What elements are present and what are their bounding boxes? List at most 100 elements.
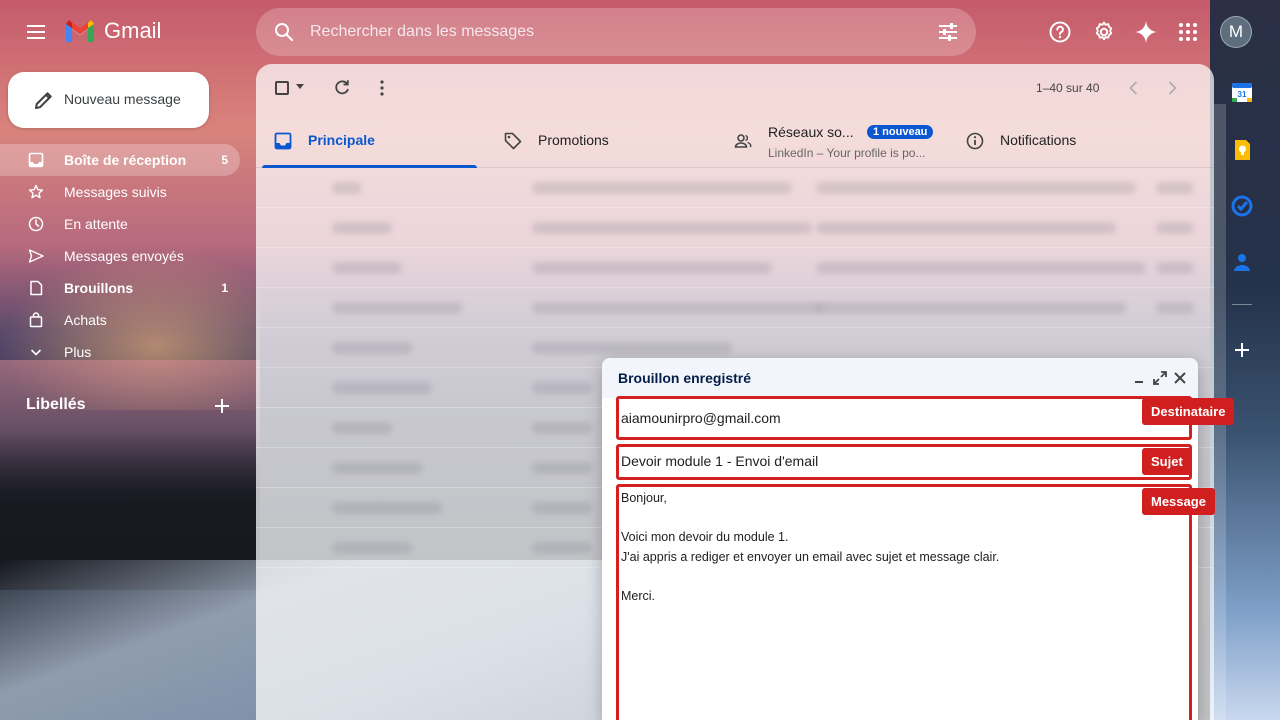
help-icon <box>1049 21 1071 43</box>
recipient-field[interactable]: aiamounirpro@gmail.com <box>616 396 1192 440</box>
send-icon <box>28 249 44 263</box>
list-item[interactable] <box>256 248 1214 288</box>
sidebar-item-starred[interactable]: Messages suivis <box>0 176 240 208</box>
pagination-range: 1–40 sur 40 <box>1036 81 1100 95</box>
minimize-icon[interactable] <box>1132 370 1148 386</box>
compose-header[interactable]: Brouillon enregistré <box>602 358 1198 398</box>
tasks-icon[interactable] <box>1230 194 1254 218</box>
contacts-icon[interactable] <box>1230 250 1254 274</box>
select-menu-caret-icon[interactable] <box>296 84 304 89</box>
tab-social[interactable]: Réseaux so... 1 nouveau LinkedIn – Your … <box>716 112 948 168</box>
unread-count: 5 <box>221 153 228 167</box>
inbox-icon <box>274 132 292 150</box>
list-item[interactable] <box>256 168 1214 208</box>
tab-primary[interactable]: Principale <box>256 112 478 168</box>
body-line: Voici mon devoir du module 1. <box>621 530 789 544</box>
compose-button[interactable]: Nouveau message <box>8 72 209 128</box>
gear-icon <box>1095 21 1113 41</box>
tag-icon <box>504 132 522 150</box>
app-name: Gmail <box>104 18 162 43</box>
inbox-icon <box>28 152 44 168</box>
tab-subtitle: LinkedIn – Your profile is po... <box>768 146 926 160</box>
keep-icon[interactable] <box>1230 138 1254 162</box>
draft-icon <box>30 280 43 296</box>
new-badge: 1 nouveau <box>867 125 934 139</box>
sidebar-item-label: Messages envoyés <box>64 248 184 264</box>
sidebar-item-purchases[interactable]: Achats <box>0 304 240 336</box>
apps-button[interactable] <box>1174 18 1202 46</box>
sparkle-icon <box>1135 21 1157 43</box>
inbox-toolbar: 1–40 sur 40 <box>256 64 1214 112</box>
star-icon <box>28 184 44 199</box>
chevron-left-icon[interactable] <box>1124 78 1144 98</box>
tab-label: Promotions <box>538 132 609 148</box>
add-label-icon[interactable] <box>212 396 232 416</box>
search-input[interactable] <box>310 20 910 44</box>
tab-label: Réseaux so... <box>768 124 854 140</box>
side-panel-rail: 31 <box>1214 64 1280 720</box>
top-bar: Gmail Rechercher dans les messages M <box>0 0 1280 64</box>
body-line: Bonjour, <box>621 491 667 505</box>
labels-heading: Libellés <box>26 396 86 413</box>
body-line: J'ai appris a rediger et envoyer un emai… <box>621 550 1000 564</box>
shopping-bag-icon <box>29 312 43 328</box>
message-body-field[interactable]: Bonjour, Voici mon devoir du module 1. J… <box>616 484 1192 720</box>
compose-label: Nouveau message <box>64 91 181 107</box>
info-icon <box>966 132 984 150</box>
search-bar[interactable] <box>256 8 976 56</box>
subject-field[interactable]: Devoir module 1 - Envoi d'email <box>616 444 1192 480</box>
more-options-icon[interactable] <box>372 78 392 98</box>
select-all-checkbox[interactable] <box>275 81 289 95</box>
help-button[interactable] <box>1046 18 1074 46</box>
draft-count: 1 <box>221 281 228 295</box>
calendar-icon[interactable]: 31 <box>1230 80 1254 104</box>
close-icon[interactable] <box>1172 370 1188 386</box>
main-menu-button[interactable] <box>20 16 52 48</box>
people-icon <box>734 134 752 148</box>
sidebar-item-label: Plus <box>64 344 92 360</box>
subject-value: Devoir module 1 - Envoi d'email <box>621 453 819 469</box>
tab-notifications[interactable]: Notifications <box>948 112 1178 168</box>
search-icon[interactable] <box>272 20 296 44</box>
sidebar-item-inbox[interactable]: Boîte de réception 5 <box>0 144 240 176</box>
recipient-value: aiamounirpro@gmail.com <box>621 410 781 426</box>
sidebar-item-label: Achats <box>64 312 107 328</box>
list-item[interactable] <box>256 288 1214 328</box>
category-tabs: Principale Promotions Réseaux so... 1 no… <box>256 112 1214 168</box>
sidebar-item-drafts[interactable]: Brouillons 1 <box>0 272 240 304</box>
sidebar-item-snoozed[interactable]: En attente <box>0 208 240 240</box>
svg-text:31: 31 <box>1238 90 1247 99</box>
search-options-icon[interactable] <box>936 20 960 44</box>
sidebar-item-label: Brouillons <box>64 280 134 296</box>
list-item[interactable] <box>256 208 1214 248</box>
add-addon-icon[interactable] <box>1230 338 1254 362</box>
message-annotation-tag: Message <box>1142 488 1215 515</box>
rail-divider <box>1232 304 1252 305</box>
gemini-button[interactable] <box>1132 18 1160 46</box>
tab-promotions[interactable]: Promotions <box>486 112 716 168</box>
gmail-m-icon <box>66 20 94 42</box>
chevron-down-icon <box>30 349 42 356</box>
pencil-icon <box>35 92 52 109</box>
sidebar-item-label: Boîte de réception <box>64 152 187 168</box>
account-avatar[interactable]: M <box>1220 16 1252 48</box>
sidebar-item-sent[interactable]: Messages envoyés <box>0 240 240 272</box>
menu-icon <box>27 25 45 27</box>
sidebar-nav: Boîte de réception 5 Messages suivis En … <box>0 144 256 368</box>
subject-annotation-tag: Sujet <box>1142 448 1192 475</box>
body-line: Merci. <box>621 589 656 603</box>
apps-grid-icon <box>1179 23 1197 41</box>
compose-window: Brouillon enregistré aiamounirpro@gmail.… <box>602 358 1198 720</box>
compose-title: Brouillon enregistré <box>618 370 752 386</box>
refresh-icon[interactable] <box>332 78 352 98</box>
chevron-right-icon[interactable] <box>1162 78 1182 98</box>
tab-label: Notifications <box>1000 132 1077 148</box>
gmail-logo[interactable]: Gmail <box>64 18 161 44</box>
sidebar-item-label: Messages suivis <box>64 184 167 200</box>
clock-icon <box>28 216 44 232</box>
settings-button[interactable] <box>1090 18 1118 46</box>
expand-icon[interactable] <box>1152 370 1168 386</box>
sidebar-item-more[interactable]: Plus <box>0 336 240 368</box>
sidebar-item-label: En attente <box>64 216 128 232</box>
recipient-annotation-tag: Destinataire <box>1142 398 1235 425</box>
